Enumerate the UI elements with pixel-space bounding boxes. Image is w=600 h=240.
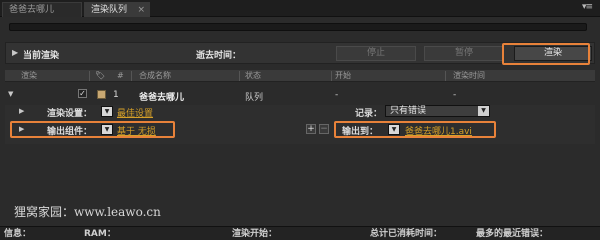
status-info-label: 信息：: [4, 229, 32, 239]
render-checkbox[interactable]: ✓: [78, 89, 87, 98]
tab-comp-label: 爸爸去哪儿: [9, 5, 55, 15]
tab-render-queue-label: 渲染队列: [91, 5, 128, 15]
stop-button[interactable]: 停止: [336, 46, 416, 61]
remove-output-module-button[interactable]: −: [319, 124, 329, 134]
expand-triangle-icon[interactable]: ▶: [19, 107, 24, 115]
col-comp-name[interactable]: 合成名称: [139, 70, 171, 82]
column-divider: [239, 71, 240, 81]
render-settings-dropdown-icon[interactable]: ▼: [101, 106, 113, 117]
col-status[interactable]: 状态: [245, 70, 261, 82]
output-to-highlight: [334, 121, 496, 138]
close-icon[interactable]: ×: [137, 3, 145, 17]
current-render-label: 当前渲染: [23, 51, 60, 61]
col-start[interactable]: 开始: [335, 70, 351, 82]
expand-triangle-icon[interactable]: ▶: [12, 48, 18, 57]
pause-button[interactable]: 暂停: [424, 46, 504, 61]
status-bar: 信息： RAM： 渲染开始： 总计已消耗时间： 最多的最近错误：: [0, 226, 600, 240]
plus-icon: +: [307, 124, 315, 134]
collapse-triangle-icon[interactable]: ▼: [8, 90, 13, 98]
elapsed-time-label: 逝去时间：: [196, 51, 242, 61]
tab-comp[interactable]: 爸爸去哪儿: [2, 2, 82, 17]
add-output-module-button[interactable]: +: [306, 124, 316, 134]
log-select[interactable]: 只有错误 ▼: [385, 105, 490, 117]
log-select-value: 只有错误: [390, 106, 427, 116]
status-render-start-label: 渲染开始：: [232, 229, 278, 239]
watermark-text: 狸窝家园：www.leawo.cn: [14, 205, 161, 219]
stop-button-label: 停止: [366, 48, 385, 58]
chevron-down-icon: ▼: [478, 106, 489, 116]
minus-icon: −: [320, 124, 328, 134]
render-settings-link[interactable]: 最佳设置: [117, 106, 153, 119]
queue-column-header: 渲染 🏷 # 合成名称 状态 开始 渲染时间: [5, 70, 595, 82]
label-tag-icon[interactable]: 🏷: [95, 70, 105, 82]
column-divider: [89, 71, 90, 81]
col-render[interactable]: 渲染: [21, 70, 37, 82]
pause-button-label: 暂停: [454, 48, 473, 58]
item-status: 队列: [245, 93, 264, 103]
column-divider: [445, 71, 446, 81]
panel-tab-bar: 爸爸去哪儿 渲染队列 × ▾≡: [0, 0, 600, 17]
status-ram-label: RAM：: [84, 229, 116, 239]
item-index: 1: [113, 90, 119, 100]
col-render-time[interactable]: 渲染时间: [453, 70, 485, 82]
column-divider: [331, 71, 332, 81]
item-start: -: [335, 90, 339, 100]
label-color-swatch[interactable]: [97, 90, 106, 99]
log-label: 记录：: [355, 109, 383, 119]
status-recent-error-label: 最多的最近错误：: [476, 229, 549, 239]
item-comp-name: 爸爸去哪儿: [139, 93, 185, 103]
column-divider: [131, 71, 132, 81]
output-module-highlight: [10, 121, 175, 138]
render-progress-track: [9, 23, 587, 31]
item-render-time: -: [453, 90, 457, 100]
panel-menu-icon[interactable]: ▾≡: [582, 2, 593, 12]
render-button-highlight: [502, 43, 590, 65]
status-total-time-label: 总计已消耗时间：: [370, 229, 443, 239]
queue-item-row[interactable]: ▼ ✓ 1 爸爸去哪儿 队列 - -: [5, 84, 595, 106]
render-settings-label: 渲染设置：: [47, 109, 93, 119]
tab-render-queue[interactable]: 渲染队列 ×: [84, 2, 150, 17]
col-index[interactable]: #: [117, 70, 124, 82]
